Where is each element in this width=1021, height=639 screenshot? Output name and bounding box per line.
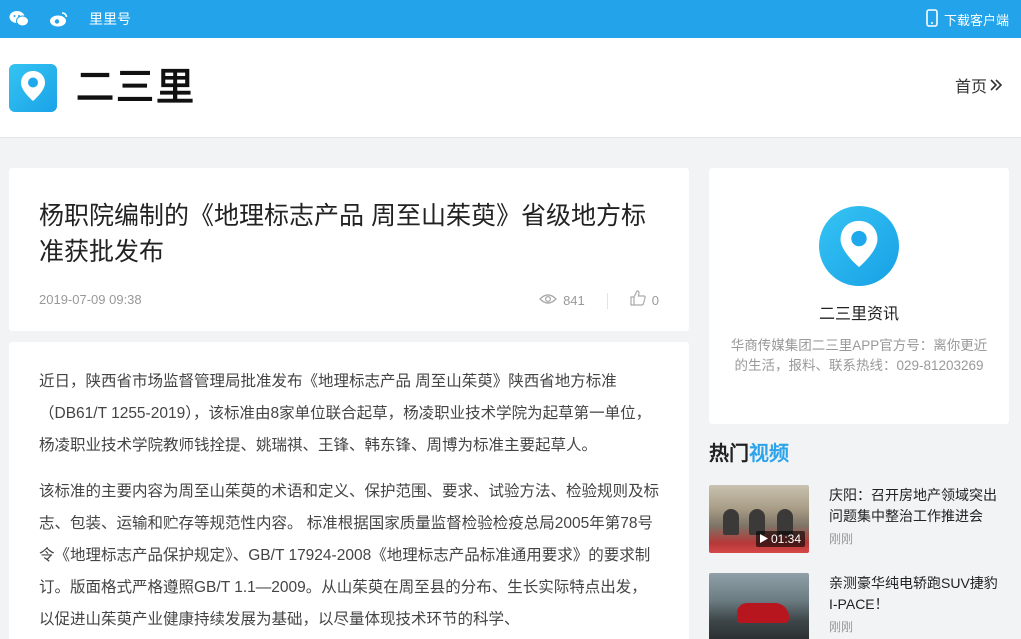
video-title[interactable]: 庆阳：召开房地产领域突出问题集中整治工作推进会 <box>829 485 1004 527</box>
author-description: 华商传媒集团二三里APP官方号：离你更近的生活，报料、联系热线：029-8120… <box>730 338 988 373</box>
phone-icon <box>926 9 938 33</box>
article-stats: 841 0 <box>539 290 659 312</box>
hot-videos-heading: 热门视频 <box>709 440 789 468</box>
video-duration-label: 01:34 <box>770 532 801 546</box>
article-paragraph: 该标准的主要内容为周至山茱萸的术语和定义、保护范围、要求、试验方法、检验规则及标… <box>39 483 660 628</box>
wechat-icon[interactable] <box>9 9 29 29</box>
video-thumbnail[interactable] <box>709 573 809 639</box>
video-thumbnail[interactable]: 01:34 <box>709 485 809 553</box>
site-name[interactable]: 二三里 <box>76 64 196 112</box>
top-bar: 里里号 下载客户端 <box>0 0 1021 38</box>
download-label: 下载客户端 <box>943 13 1009 28</box>
download-client-link[interactable]: 下载客户端 <box>926 9 1009 33</box>
video-source: 刚刚 <box>829 532 854 546</box>
weibo-icon[interactable] <box>49 9 69 29</box>
video-item[interactable]: 01:34 庆阳：召开房地产领域突出问题集中整治工作推进会 刚刚 <box>709 485 1009 555</box>
author-profile-card: 二三里资讯 华商传媒集团二三里APP官方号：离你更近的生活，报料、联系热线：02… <box>709 168 1009 424</box>
thumbnail-car <box>737 603 789 623</box>
lili-link[interactable]: 里里号 <box>89 9 131 29</box>
like-button[interactable]: 0 <box>630 290 659 312</box>
thumbnail-figure <box>723 509 739 535</box>
article-body: 近日，陕西省市场监督管理局批准发布《地理标志产品 周至山茱萸》陕西省地方标准（D… <box>9 342 689 639</box>
hot-videos-heading-prefix: 热门 <box>709 443 749 465</box>
video-title[interactable]: 亲测豪华纯电轿跑SUV捷豹I-PACE！ <box>829 573 1004 615</box>
author-avatar[interactable] <box>819 206 899 286</box>
video-source: 刚刚 <box>829 620 854 634</box>
home-link[interactable]: 首页 <box>955 76 1003 100</box>
views-stat: 841 <box>539 291 585 311</box>
play-icon <box>759 531 768 547</box>
eye-icon <box>539 291 557 311</box>
home-label: 首页 <box>954 79 987 96</box>
views-count: 841 <box>563 293 585 308</box>
thumbs-up-icon <box>630 290 646 312</box>
site-logo[interactable] <box>9 64 57 112</box>
video-item[interactable]: 亲测豪华纯电轿跑SUV捷豹I-PACE！ 刚刚 <box>709 573 1009 639</box>
location-pin-icon <box>839 219 879 274</box>
author-name[interactable]: 二三里资讯 <box>709 304 1009 326</box>
double-chevron-right-icon <box>989 76 1003 100</box>
video-duration: 01:34 <box>755 531 805 547</box>
stats-divider <box>606 293 608 309</box>
hot-videos-heading-highlight: 视频 <box>749 443 789 465</box>
article-date: 2019-07-09 09:38 <box>39 292 142 307</box>
article-title: 杨职院编制的《地理标志产品 周至山茱萸》省级地方标准获批发布 <box>39 202 646 266</box>
location-pin-icon <box>20 70 46 107</box>
article-paragraph: 近日，陕西省市场监督管理局批准发布《地理标志产品 周至山茱萸》陕西省地方标准（D… <box>39 373 652 454</box>
site-header: 二三里 首页 <box>0 38 1021 138</box>
article-header-card: 杨职院编制的《地理标志产品 周至山茱萸》省级地方标准获批发布 2019-07-0… <box>9 168 689 331</box>
likes-count: 0 <box>651 293 659 308</box>
